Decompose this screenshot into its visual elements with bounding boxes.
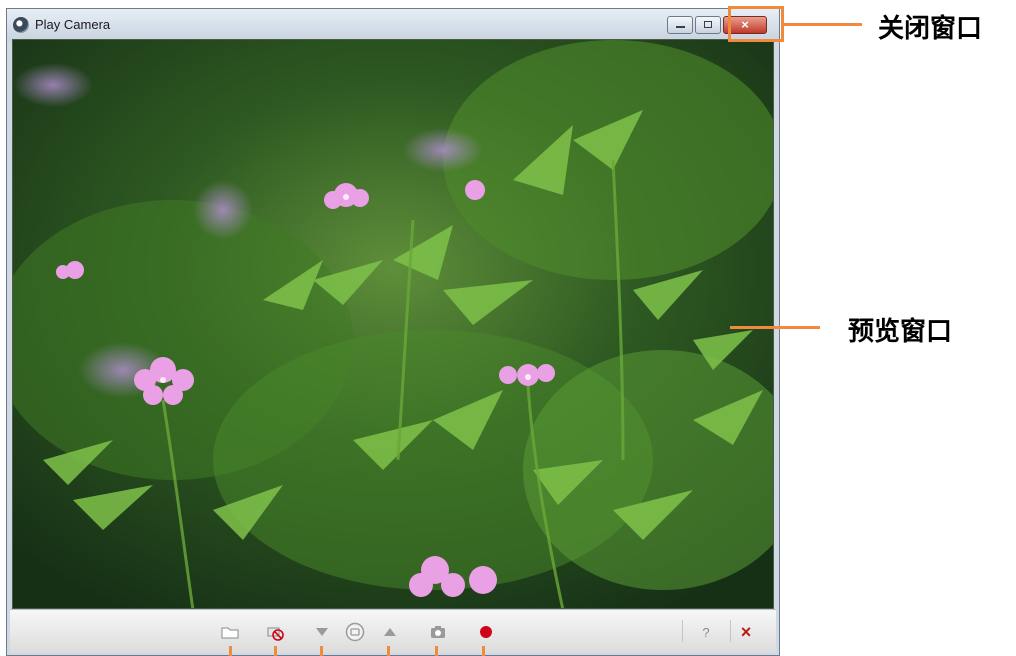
- record-button[interactable]: [476, 622, 496, 642]
- camera-app-icon: [13, 17, 29, 33]
- record-icon: [480, 626, 492, 638]
- camera-icon: [431, 626, 445, 638]
- folder-icon: [221, 627, 239, 639]
- maximize-button[interactable]: [695, 16, 721, 34]
- preview-window-label: 预览窗口: [848, 317, 953, 347]
- callout-tick: [387, 646, 390, 656]
- close-window-leader-line: [784, 23, 862, 26]
- minimize-button[interactable]: [667, 16, 693, 34]
- target-icon: [345, 622, 365, 642]
- minimize-icon: [676, 26, 685, 28]
- window-title: Play Camera: [35, 17, 111, 32]
- callout-tick: [229, 646, 232, 656]
- callout-tick: [482, 646, 485, 656]
- triangle-down-icon: [316, 628, 328, 636]
- close-button-highlight: [728, 6, 784, 42]
- callout-tick: [274, 646, 277, 656]
- camera-off-button[interactable]: [265, 622, 285, 642]
- take-photo-button[interactable]: [428, 622, 448, 642]
- triangle-up-icon: [384, 628, 396, 636]
- title-bar[interactable]: Play Camera ×: [7, 9, 779, 41]
- camera-toolbar: ? ×: [10, 609, 776, 653]
- toolbar-separator: [682, 620, 683, 642]
- play-camera-window: Play Camera × ? ×: [6, 8, 780, 656]
- close-window-label: 关闭窗口: [878, 14, 983, 44]
- maximize-icon: [704, 21, 712, 28]
- camera-preview: [12, 39, 774, 609]
- snapshot-target-button[interactable]: [345, 622, 365, 642]
- preview-window-leader-line: [730, 326, 820, 329]
- zoom-in-button[interactable]: [380, 622, 400, 642]
- help-button[interactable]: ?: [696, 622, 716, 642]
- camera-off-icon: [267, 627, 284, 641]
- toolbar-close-button[interactable]: ×: [736, 622, 756, 642]
- preview-image: [13, 40, 773, 608]
- toolbar-separator: [730, 620, 731, 642]
- callout-tick: [320, 646, 323, 656]
- zoom-out-button[interactable]: [312, 622, 332, 642]
- callout-tick: [435, 646, 438, 656]
- open-folder-button[interactable]: [220, 622, 240, 642]
